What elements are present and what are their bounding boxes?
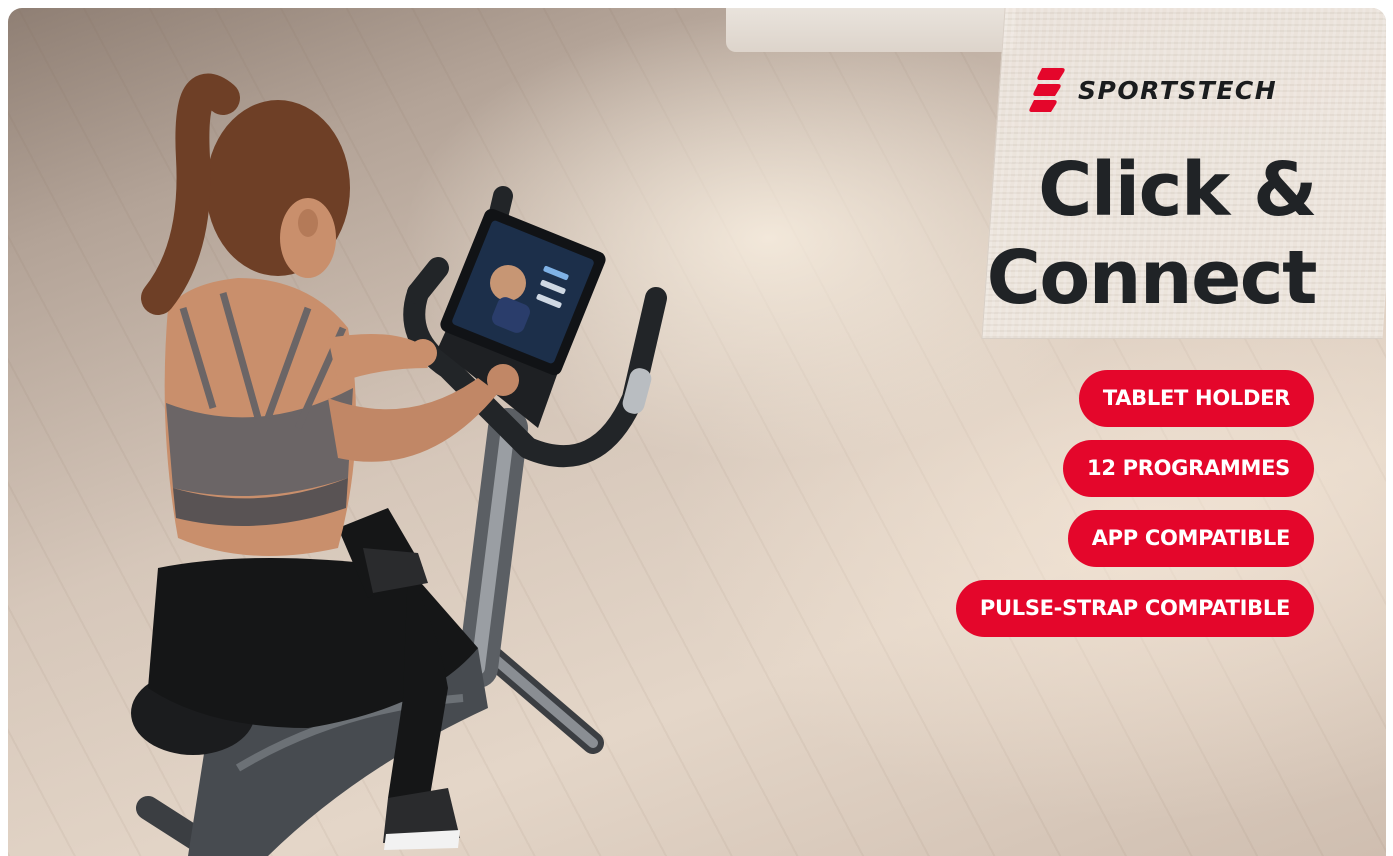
- feature-list: TABLET HOLDER 12 PROGRAMMES APP COMPATIB…: [955, 370, 1314, 637]
- brand-name: SPORTSTECH: [1078, 75, 1278, 105]
- feature-badge-pulse-strap: PULSE-STRAP COMPATIBLE: [955, 580, 1314, 637]
- sportstech-stripe-icon: [1029, 68, 1065, 112]
- feature-badge-tablet-holder: TABLET HOLDER: [1078, 370, 1314, 427]
- product-banner: SPORTSTECH Click & Connect TABLET HOLDER…: [8, 8, 1386, 856]
- feature-badge-programmes: 12 PROGRAMMES: [1063, 440, 1314, 497]
- woman-on-exercise-bike-illustration: [131, 73, 667, 856]
- brand-logo: SPORTSTECH: [1028, 66, 1277, 114]
- headline-line-1: Click &: [1038, 147, 1317, 233]
- headline-line-2: Connect: [986, 235, 1318, 321]
- headline: Click & Connect: [796, 146, 1318, 322]
- feature-badge-app-compatible: APP COMPATIBLE: [1067, 510, 1314, 567]
- sofa-edge: [726, 8, 1016, 52]
